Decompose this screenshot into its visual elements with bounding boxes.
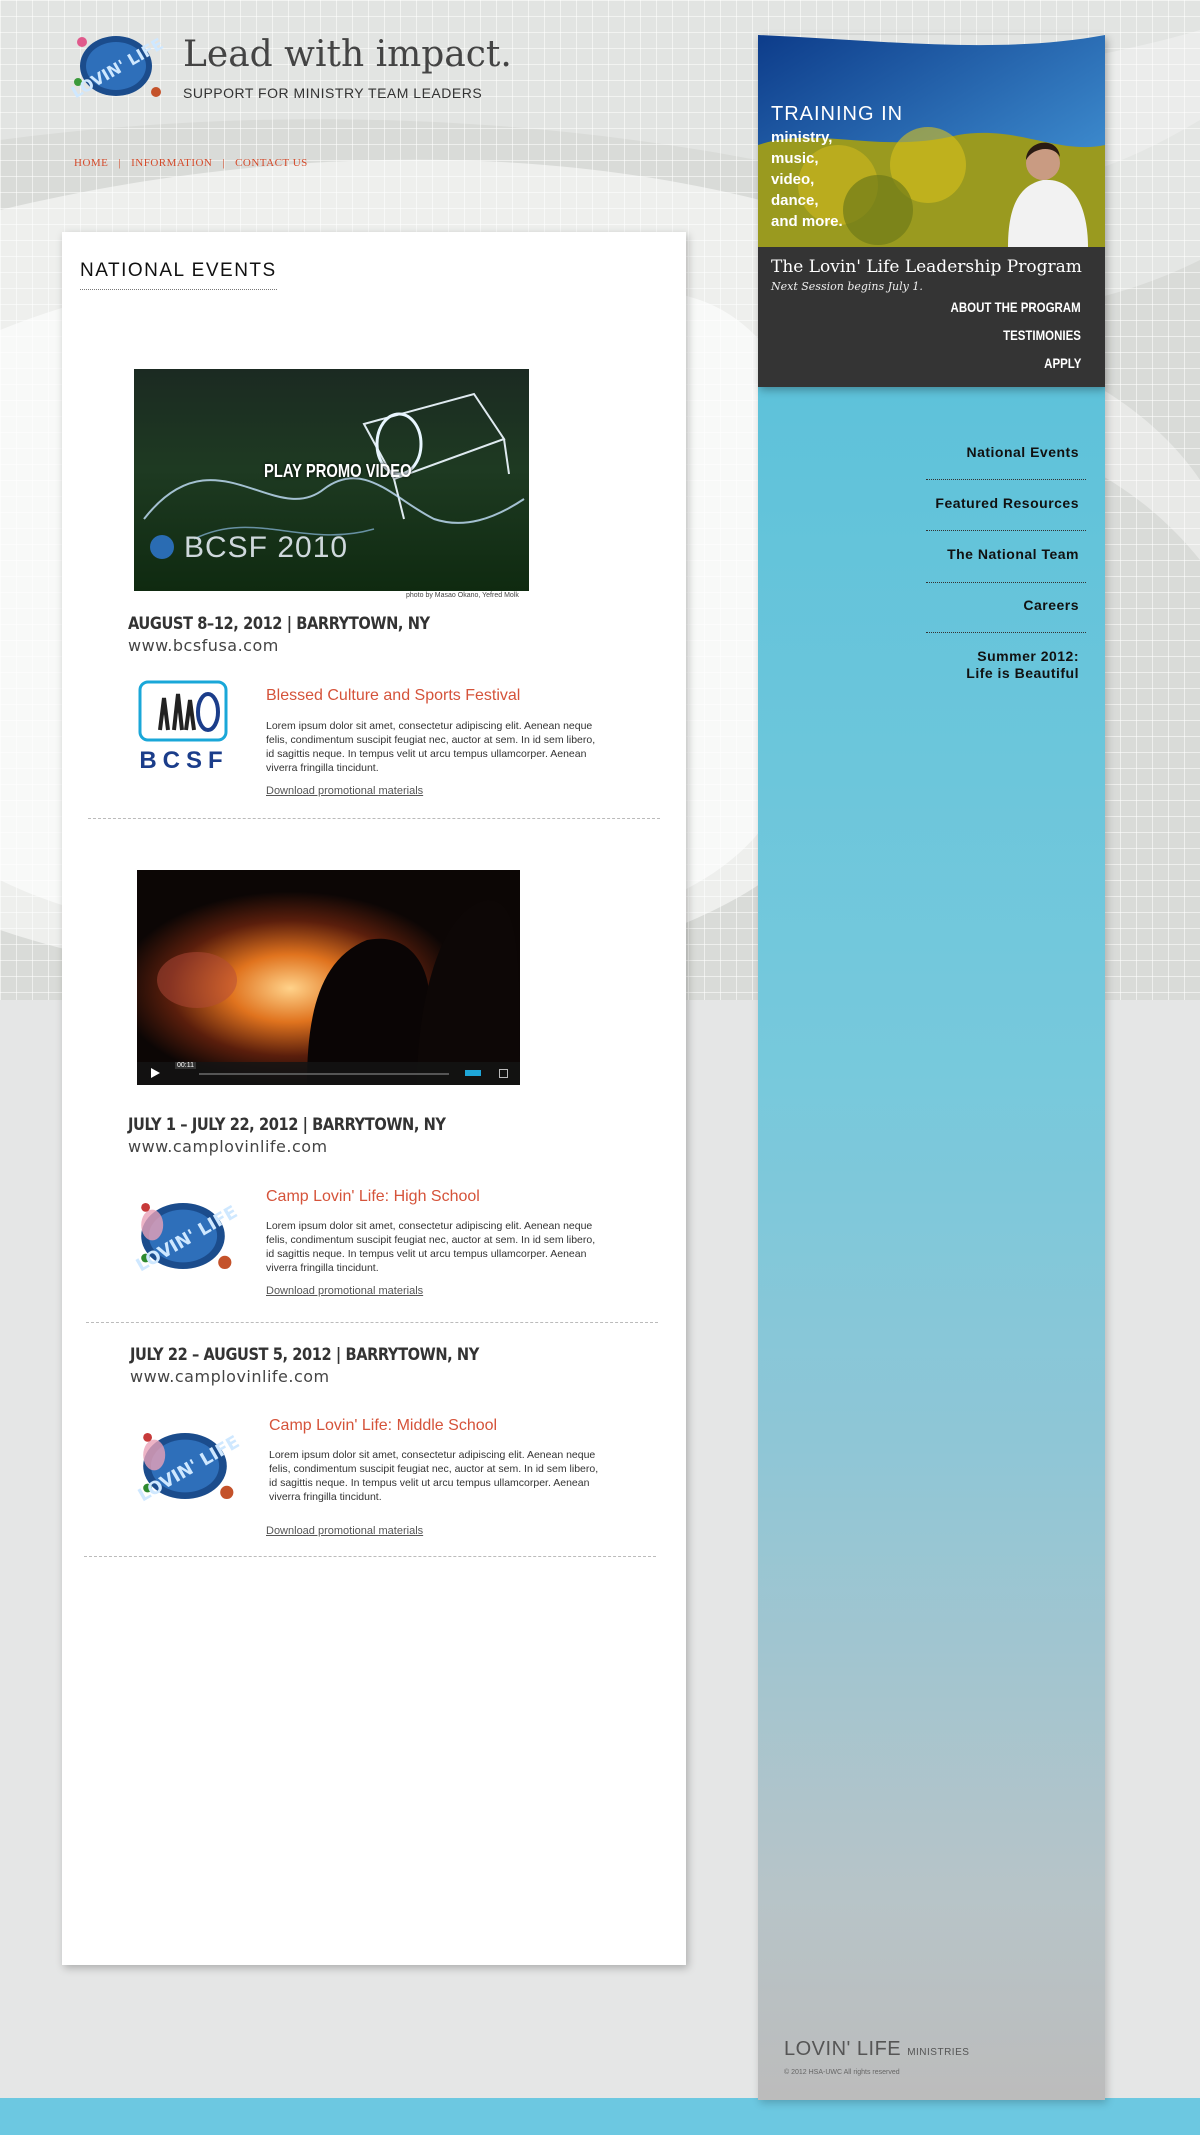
volume-icon[interactable] <box>465 1070 481 1076</box>
event-description: Lorem ipsum dolor sit amet, consectetur … <box>266 720 596 774</box>
page-subtagline: SUPPORT FOR MINISTRY TEAM LEADERS <box>183 85 483 101</box>
event-url[interactable]: www.bcsfusa.com <box>128 636 279 655</box>
nav-home-link[interactable]: HOME <box>74 157 108 169</box>
event-date: JULY 22 – AUGUST 5, 2012 | BARRYTOWN, NY <box>130 1345 479 1365</box>
download-materials-link[interactable]: Download promotional materials <box>266 785 423 797</box>
event-url[interactable]: www.camplovinlife.com <box>128 1137 328 1156</box>
photo-credit: photo by Masao Okano, Yefred Molk <box>406 592 519 599</box>
footer-brand: LOVIN' LIFE MINISTRIES <box>784 2038 969 2061</box>
sidebar-item-national-team[interactable]: The National Team <box>919 546 1105 562</box>
event-divider <box>86 1322 658 1323</box>
bcsf-emblem-icon <box>138 680 228 742</box>
sidebar: National Events Featured Resources The N… <box>758 387 1105 2100</box>
program-panel: The Lovin' Life Leadership Program Next … <box>758 247 1105 387</box>
main-content-card: NATIONAL EVENTS PLAY PROMO VIDEO BCSF 20… <box>62 232 686 1965</box>
footer-brand-sub: MINISTRIES <box>907 2047 970 2058</box>
play-icon[interactable] <box>151 1068 160 1078</box>
training-topics: ministry, music, video, dance, and more. <box>771 127 843 232</box>
about-program-link[interactable]: ABOUT THE PROGRAM <box>951 299 1081 315</box>
apply-link[interactable]: APPLY <box>1044 355 1081 371</box>
sidebar-item-careers[interactable]: Careers <box>919 597 1105 613</box>
event-description: Lorem ipsum dolor sit amet, consectetur … <box>266 1220 596 1274</box>
nav-separator: | <box>118 157 122 169</box>
lovin-life-logo[interactable]: LOVIN' LIFE <box>66 30 166 102</box>
camp-logo: LOVIN' LIFE <box>133 1202 241 1276</box>
sidebar-separator <box>926 632 1086 633</box>
page-tagline: Lead with impact. <box>183 34 512 75</box>
camp-logo: LOVIN' LIFE <box>135 1432 243 1506</box>
training-topic: ministry, <box>771 129 833 146</box>
nav-information-link[interactable]: INFORMATION <box>131 157 212 169</box>
play-promo-video-label[interactable]: PLAY PROMO VIDEO <box>264 461 412 482</box>
training-promo-image[interactable]: TRAINING IN ministry, music, video, danc… <box>758 35 1105 247</box>
event-divider <box>84 1556 656 1557</box>
section-title: NATIONAL EVENTS <box>80 260 277 290</box>
bcsf-logo-text: BCSF <box>139 747 229 774</box>
bcsf-logo: BCSF <box>138 680 230 774</box>
training-heading: TRAINING IN <box>771 103 904 125</box>
event-description: Lorem ipsum dolor sit amet, consectetur … <box>269 1449 599 1503</box>
fullscreen-icon[interactable] <box>499 1069 508 1078</box>
event-date: JULY 1 – JULY 22, 2012 | BARRYTOWN, NY <box>128 1115 446 1135</box>
event-name[interactable]: Camp Lovin' Life: Middle School <box>269 1417 497 1435</box>
video-time: 00:11 <box>175 1062 196 1069</box>
sidebar-separator <box>926 479 1086 480</box>
event-divider <box>88 818 660 819</box>
footer-copyright: © 2012 HSA-UWC All rights reserved <box>784 2069 900 2076</box>
download-materials-link[interactable]: Download promotional materials <box>266 1525 423 1537</box>
nav-separator: | <box>222 157 226 169</box>
program-title: The Lovin' Life Leadership Program <box>771 257 1082 277</box>
promo-video-thumbnail[interactable]: PLAY PROMO VIDEO BCSF 2010 <box>134 369 529 591</box>
training-topic: music, <box>771 150 819 167</box>
sidebar-separator <box>926 530 1086 531</box>
video-progress-bar[interactable] <box>199 1073 449 1075</box>
sidebar-separator <box>926 582 1086 583</box>
download-materials-link[interactable]: Download promotional materials <box>266 1285 423 1297</box>
sidebar-item-national-events[interactable]: National Events <box>919 444 1105 460</box>
sidebar-item-life-is-beautiful[interactable]: Life is Beautiful <box>919 665 1105 681</box>
event-name[interactable]: Camp Lovin' Life: High School <box>266 1188 480 1206</box>
event-name[interactable]: Blessed Culture and Sports Festival <box>266 687 520 705</box>
training-topic: and more. <box>771 213 843 230</box>
program-subtitle: Next Session begins July 1. <box>771 280 923 293</box>
sidebar-item-featured-resources[interactable]: Featured Resources <box>919 495 1105 511</box>
top-navigation: HOME | INFORMATION | CONTACT US <box>74 157 308 169</box>
sidebar-item-summer-2012[interactable]: Summer 2012: <box>919 648 1105 664</box>
footer-brand-name: LOVIN' LIFE <box>784 2038 902 2060</box>
training-topic: dance, <box>771 192 819 209</box>
nav-contact-link[interactable]: CONTACT US <box>235 157 308 169</box>
event-url[interactable]: www.camplovinlife.com <box>130 1367 330 1386</box>
bottom-bar <box>0 2098 1200 2135</box>
event-date: AUGUST 8–12, 2012 | BARRYTOWN, NY <box>128 614 430 634</box>
training-topic: video, <box>771 171 815 188</box>
video-caption: BCSF 2010 <box>184 531 349 564</box>
training-promo-card: TRAINING IN ministry, music, video, danc… <box>758 35 1105 387</box>
testimonies-link[interactable]: TESTIMONIES <box>1003 327 1081 343</box>
video-player[interactable]: 00:11 <box>137 870 520 1085</box>
